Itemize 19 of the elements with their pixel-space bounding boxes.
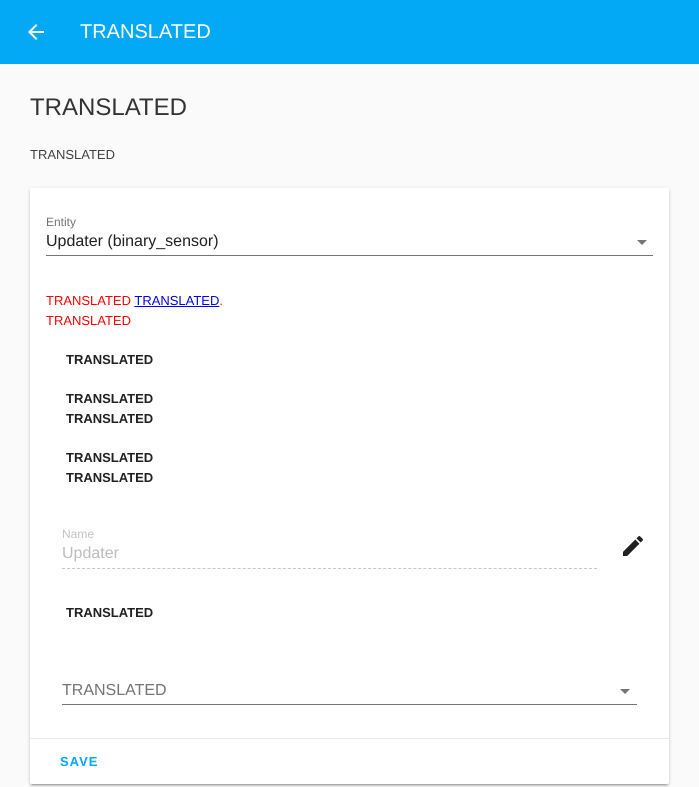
info-text: TRANSLATED <box>66 351 154 369</box>
warning-text: TRANSLATED <box>46 312 132 330</box>
info-text: TRANSLATED <box>66 410 154 428</box>
info-text: TRANSLATED <box>66 390 154 408</box>
caret-icon <box>637 240 647 244</box>
pencil-icon <box>623 536 643 556</box>
info-text: TRANSLATED <box>66 469 154 487</box>
dropdown[interactable]: TRANSLATED <box>62 679 637 705</box>
save-button[interactable]: SAVE <box>46 743 112 780</box>
entity-dropdown[interactable]: Entity Updater (binary_sensor) <box>46 214 653 256</box>
warning-message: TRANSLATED TRANSLATED. <box>46 292 224 310</box>
page-heading: TRANSLATED <box>30 93 188 123</box>
app-bar-title: TRANSLATED <box>80 20 211 45</box>
left-arrow-icon <box>28 24 44 40</box>
caret-icon <box>620 688 630 694</box>
page-description: TRANSLATED <box>30 146 116 164</box>
info-text: TRANSLATED <box>66 604 154 622</box>
warning-link[interactable]: TRANSLATED <box>134 293 220 308</box>
info-text: TRANSLATED <box>66 449 154 467</box>
